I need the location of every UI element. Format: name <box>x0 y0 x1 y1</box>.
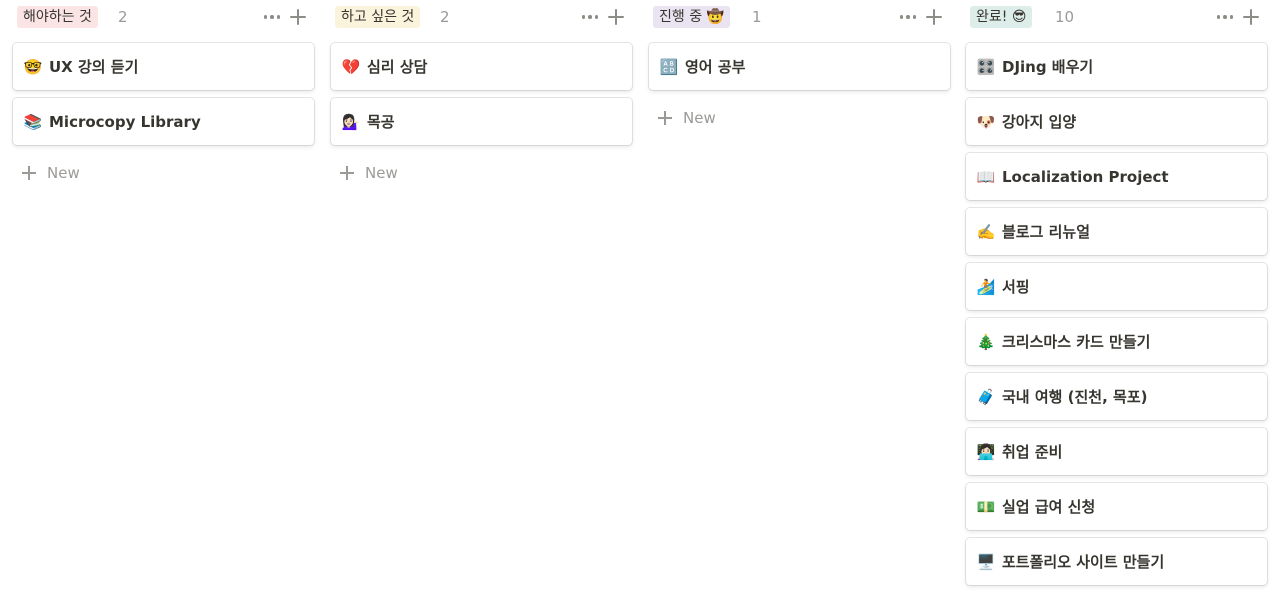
column-title-tag[interactable]: 완료! 😎 <box>970 6 1033 28</box>
woman-technologist-icon: 👩🏻‍💻 <box>976 442 996 461</box>
add-icon[interactable] <box>924 7 944 27</box>
column-done: 완료! 😎 10 🎛️ DJing 배우기 🐶 강아지 입양 📖 Localiz… <box>966 0 1267 585</box>
card-title: 서핑 <box>1002 278 1030 296</box>
card-title: 심리 상담 <box>367 58 428 76</box>
card[interactable]: 💔 심리 상담 <box>331 43 632 90</box>
column-header: 해야하는 것 2 <box>13 0 314 34</box>
dog-face-icon: 🐶 <box>976 112 996 131</box>
plus-icon <box>657 110 673 126</box>
card-title: 실업 급여 신청 <box>1002 498 1096 516</box>
card-title: 강아지 입양 <box>1002 113 1077 131</box>
new-card-label: New <box>365 164 398 182</box>
card[interactable]: ✍️ 블로그 리뉴얼 <box>966 208 1267 255</box>
card[interactable]: 📖 Localization Project <box>966 153 1267 200</box>
plus-icon <box>21 165 37 181</box>
card[interactable]: 🧳 국내 여행 (진천, 목포) <box>966 373 1267 420</box>
card-title: UX 강의 듣기 <box>49 58 139 76</box>
surfer-icon: 🏄 <box>976 277 996 296</box>
more-options-icon[interactable] <box>580 7 600 27</box>
broken-heart-icon: 💔 <box>341 57 361 76</box>
books-icon: 📚 <box>23 112 43 131</box>
person-tipping-hand-icon: 💁🏻‍♀️ <box>341 112 361 131</box>
column-title-tag[interactable]: 진행 중 🤠 <box>653 6 730 28</box>
abcd-input-icon: 🔠 <box>659 57 679 76</box>
column-header: 하고 싶은 것 2 <box>331 0 632 34</box>
writing-hand-icon: ✍️ <box>976 222 996 241</box>
card-title: DJing 배우기 <box>1002 58 1094 76</box>
nerd-face-icon: 🤓 <box>23 57 43 76</box>
card[interactable]: 🎛️ DJing 배우기 <box>966 43 1267 90</box>
card[interactable]: 💵 실업 급여 신청 <box>966 483 1267 530</box>
column-count: 2 <box>440 8 450 26</box>
card[interactable]: 🐶 강아지 입양 <box>966 98 1267 145</box>
card[interactable]: 👩🏻‍💻 취업 준비 <box>966 428 1267 475</box>
column-header: 진행 중 🤠 1 <box>649 0 950 34</box>
new-card-button[interactable]: New <box>331 159 632 187</box>
card-title: Microcopy Library <box>49 112 201 131</box>
column-count: 1 <box>752 8 762 26</box>
card-title: 크리스마스 카드 만들기 <box>1002 333 1151 351</box>
card[interactable]: 🏄 서핑 <box>966 263 1267 310</box>
desktop-computer-icon: 🖥️ <box>976 552 996 571</box>
card[interactable]: 🎄 크리스마스 카드 만들기 <box>966 318 1267 365</box>
card[interactable]: 🔠 영어 공부 <box>649 43 950 90</box>
card[interactable]: 💁🏻‍♀️ 목공 <box>331 98 632 145</box>
plus-icon <box>339 165 355 181</box>
column-title-tag[interactable]: 하고 싶은 것 <box>335 6 421 28</box>
column-want-to-do: 하고 싶은 것 2 💔 심리 상담 💁🏻‍♀️ 목공 New <box>331 0 632 182</box>
new-card-button[interactable]: New <box>13 159 314 187</box>
more-options-icon[interactable] <box>262 7 282 27</box>
add-icon[interactable] <box>1241 7 1261 27</box>
christmas-tree-icon: 🎄 <box>976 332 996 351</box>
add-icon[interactable] <box>606 7 626 27</box>
card-title: 포트폴리오 사이트 만들기 <box>1002 553 1165 571</box>
card-title: 영어 공부 <box>685 58 746 76</box>
new-card-button[interactable]: New <box>649 104 950 132</box>
control-knobs-icon: 🎛️ <box>976 57 996 76</box>
card-title: Localization Project <box>1002 167 1169 186</box>
column-todo: 해야하는 것 2 🤓 UX 강의 듣기 📚 Microcopy Library … <box>13 0 314 182</box>
column-header: 완료! 😎 10 <box>966 0 1267 34</box>
column-count: 2 <box>118 8 128 26</box>
card[interactable]: 📚 Microcopy Library <box>13 98 314 145</box>
luggage-icon: 🧳 <box>976 387 996 406</box>
card-title: 블로그 리뉴얼 <box>1002 223 1091 241</box>
column-in-progress: 진행 중 🤠 1 🔠 영어 공부 New <box>649 0 950 127</box>
card-title: 국내 여행 (진천, 목포) <box>1002 388 1148 406</box>
kanban-board: 해야하는 것 2 🤓 UX 강의 듣기 📚 Microcopy Library … <box>0 0 1280 600</box>
open-book-icon: 📖 <box>976 167 996 186</box>
card[interactable]: 🖥️ 포트폴리오 사이트 만들기 <box>966 538 1267 585</box>
column-title-tag[interactable]: 해야하는 것 <box>17 6 98 28</box>
card-title: 목공 <box>367 113 395 131</box>
more-options-icon[interactable] <box>898 7 918 27</box>
column-count: 10 <box>1055 8 1075 26</box>
dollar-banknote-icon: 💵 <box>976 497 996 516</box>
new-card-label: New <box>47 164 80 182</box>
card-title: 취업 준비 <box>1002 443 1063 461</box>
new-card-label: New <box>683 109 716 127</box>
add-icon[interactable] <box>288 7 308 27</box>
card[interactable]: 🤓 UX 강의 듣기 <box>13 43 314 90</box>
more-options-icon[interactable] <box>1215 7 1235 27</box>
